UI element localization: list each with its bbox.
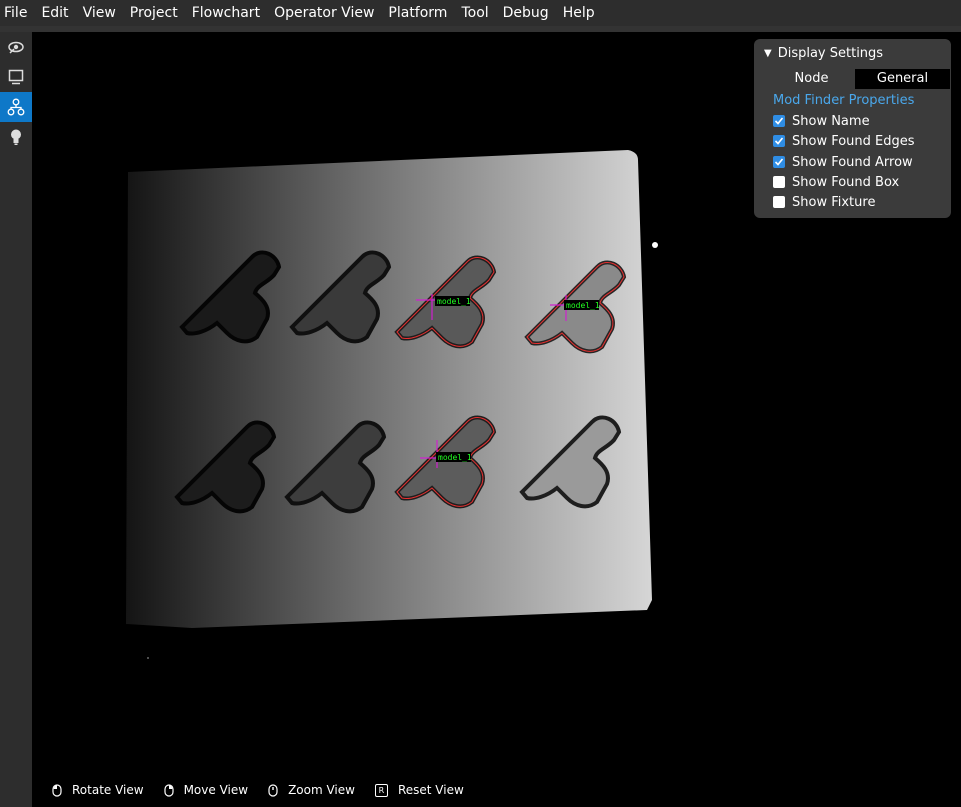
menu-operator-view[interactable]: Operator View [270,0,382,26]
checkmark-icon [774,137,784,145]
svg-text:model_1: model_1 [437,297,471,306]
depth-plate [126,150,652,628]
move-view-label: Move View [183,783,249,797]
checkbox-checked[interactable] [773,156,785,168]
menu-view[interactable]: View [79,0,124,26]
lightbulb-icon [11,129,21,145]
detection-label-2: model_1 [564,300,600,310]
option-label: Show Found Box [792,174,900,190]
keyboard-key-icon: R [374,783,388,797]
menu-file[interactable]: File [0,0,35,26]
move-view-hint: Move View [163,783,249,797]
mouse-scroll-wheel-icon [268,783,278,797]
detection-label-1: model_1 [435,296,471,306]
svg-text:model_1: model_1 [438,453,472,462]
display-settings-title: Display Settings [777,46,884,61]
sidebar-operator-view-button[interactable] [0,62,32,92]
checkbox-checked[interactable] [773,135,785,147]
menu-bar: File Edit View Project Flowchart Operato… [0,0,961,26]
flowchart-nodes-icon [7,98,25,116]
noise-speck [147,657,149,659]
menu-flowchart[interactable]: Flowchart [188,0,268,26]
checkbox-unchecked[interactable] [773,196,785,208]
mouse-left-button-icon [52,783,62,797]
option-show-found-arrow[interactable]: Show Found Arrow [773,153,913,171]
menu-project[interactable]: Project [126,0,186,26]
reset-view-hint: R Reset View [374,783,464,797]
option-label: Show Found Arrow [792,154,913,170]
checkmark-icon [774,158,784,166]
option-show-fixture[interactable]: Show Fixture [773,193,875,211]
checkbox-checked[interactable] [773,115,785,127]
menu-edit[interactable]: Edit [37,0,76,26]
zoom-view-hint: Zoom View [268,783,355,797]
option-label: Show Name [792,113,870,129]
tab-node[interactable]: Node [759,69,864,89]
left-sidebar [0,32,32,807]
menu-help[interactable]: Help [559,0,603,26]
eye-camera-icon [8,41,24,54]
display-settings-header[interactable]: ▼ Display Settings [764,46,883,61]
view-controls-bar: Rotate View Move View Zoom View R Reset … [32,778,464,802]
rotate-view-label: Rotate View [72,783,144,797]
collapse-triangle-icon[interactable]: ▼ [764,48,772,59]
svg-text:model_1: model_1 [566,301,600,310]
menu-debug[interactable]: Debug [499,0,557,26]
option-show-found-box[interactable]: Show Found Box [773,173,899,191]
sidebar-flowchart-button[interactable] [0,92,32,122]
option-show-found-edges[interactable]: Show Found Edges [773,132,915,150]
tab-general[interactable]: General [855,69,950,89]
rotate-view-hint: Rotate View [52,783,144,797]
option-show-name[interactable]: Show Name [773,112,870,130]
display-settings-panel: ▼ Display Settings Node General Mod Find… [754,39,951,218]
monitor-icon [8,69,24,85]
option-label: Show Fixture [792,194,876,210]
mouse-right-button-icon [163,783,174,797]
sidebar-lightbulb-button[interactable] [0,122,32,152]
reset-view-label: Reset View [397,783,464,797]
detection-label-3: model_1 [436,452,472,462]
sidebar-camera-button[interactable] [0,32,32,62]
menu-tool[interactable]: Tool [457,0,496,26]
checkbox-unchecked[interactable] [773,176,785,188]
option-label: Show Found Edges [792,133,915,149]
menu-platform[interactable]: Platform [384,0,455,26]
noise-speck [652,242,658,248]
zoom-view-label: Zoom View [288,783,355,797]
checkmark-icon [774,117,784,125]
mod-finder-section-title: Mod Finder Properties [773,93,915,108]
